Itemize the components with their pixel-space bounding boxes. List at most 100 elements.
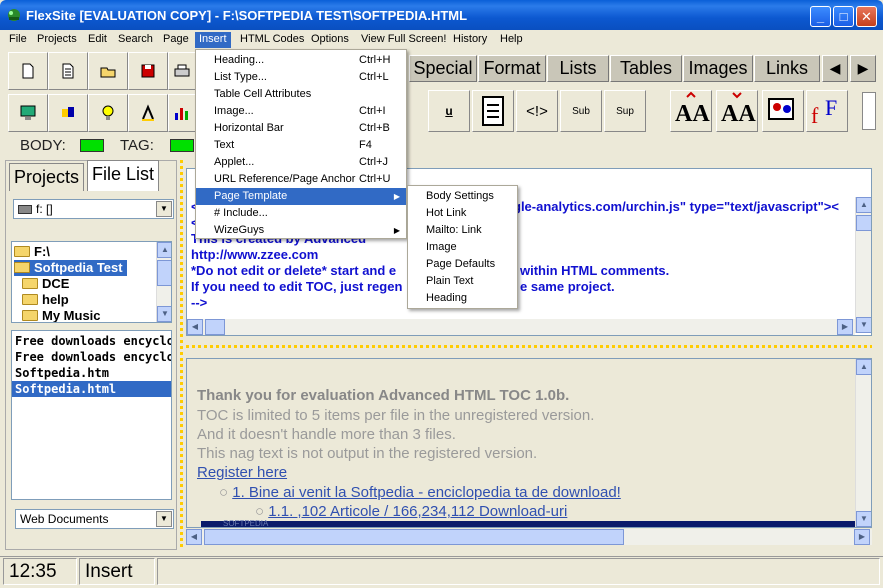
menu-item-image[interactable]: Image... Ctrl+I (196, 103, 406, 120)
menu-projects[interactable]: Projects (33, 32, 81, 48)
scroll-thumb[interactable] (205, 319, 225, 335)
color-button[interactable] (48, 94, 88, 132)
minimize-button[interactable]: _ (810, 6, 831, 27)
scroll-up-icon[interactable]: ▲ (856, 359, 871, 375)
font-smaller-button[interactable]: AA (716, 90, 758, 132)
scroll-up-icon[interactable]: ▲ (157, 242, 171, 258)
folder-tree[interactable]: F:\ Softpedia Test DCE help My Music ▲ ▼ (11, 241, 172, 323)
register-link[interactable]: Register here (197, 464, 287, 481)
submenu-item-mailto-link[interactable]: Mailto: Link (426, 222, 482, 239)
chart-button[interactable] (168, 94, 196, 132)
preview-vscrollbar[interactable]: ▲ ▼ (855, 359, 871, 527)
menu-item-wizeguys[interactable]: WizeGuys ▶ (196, 222, 406, 239)
submenu-item-body-settings[interactable]: Body Settings (426, 188, 494, 205)
app-icon[interactable] (6, 7, 22, 23)
tab-images[interactable]: Images (683, 55, 753, 82)
tab-format[interactable]: Format (478, 55, 546, 82)
submenu-item-plain-text[interactable]: Plain Text (426, 273, 474, 290)
new-doc-button[interactable] (48, 52, 88, 90)
tip-button[interactable] (88, 94, 128, 132)
scroll-right-icon[interactable]: ▶ (837, 319, 853, 335)
submenu-item-heading[interactable]: Heading (426, 290, 467, 307)
scroll-thumb[interactable] (856, 215, 871, 231)
comment-button[interactable]: <!> (516, 90, 558, 132)
tab-projects[interactable]: Projects (9, 163, 85, 191)
tree-item[interactable]: My Music (22, 308, 101, 322)
drive-select[interactable]: f: [] ▼ (13, 199, 174, 219)
scroll-down-icon[interactable]: ▼ (856, 511, 871, 527)
menu-item-heading[interactable]: Heading... Ctrl+H (196, 52, 406, 69)
tab-file-list[interactable]: File List (87, 160, 160, 191)
list-item[interactable]: Softpedia.html (12, 381, 171, 397)
tab-scroll-left[interactable]: ◀ (822, 55, 848, 82)
preview-hscrollbar[interactable]: ◀ ▶ (186, 529, 872, 545)
menu-item-list-type[interactable]: List Type... Ctrl+L (196, 69, 406, 86)
vertical-splitter[interactable] (180, 160, 183, 550)
chevron-down-icon[interactable]: ▼ (156, 511, 172, 527)
tab-lists[interactable]: Lists (547, 55, 609, 82)
scroll-thumb[interactable] (157, 260, 171, 286)
tab-scroll-right[interactable]: ▶ (850, 55, 876, 82)
menu-item-applet[interactable]: Applet... Ctrl+J (196, 154, 406, 171)
chevron-down-icon[interactable]: ▼ (156, 201, 172, 217)
tab-tables[interactable]: Tables (610, 55, 682, 82)
underline-button[interactable]: u (428, 90, 470, 132)
scroll-left-icon[interactable]: ◀ (186, 529, 202, 545)
font-face-button[interactable]: fF (806, 90, 848, 132)
toc-link[interactable]: 1. Bine ai venit la Softpedia - enciclop… (232, 484, 621, 501)
scroll-left-icon[interactable]: ◀ (187, 319, 203, 335)
font-larger-button[interactable]: AA (670, 90, 712, 132)
editor-hscrollbar[interactable]: ◀ ▶ (187, 319, 855, 335)
scroll-up-icon[interactable]: ▲ (856, 197, 871, 213)
horizontal-splitter[interactable] (186, 345, 872, 348)
menu-file[interactable]: File (5, 32, 31, 48)
menu-html-codes[interactable]: HTML Codes (236, 32, 308, 48)
open-button[interactable] (88, 52, 128, 90)
menu-search[interactable]: Search (114, 32, 157, 48)
submenu-item-image[interactable]: Image (426, 239, 457, 256)
new-file-button[interactable] (8, 52, 48, 90)
tree-item[interactable]: DCE (22, 276, 69, 292)
scroll-down-icon[interactable]: ▼ (856, 317, 871, 333)
filter-select[interactable]: Web Documents ▼ (15, 509, 174, 529)
toc-link[interactable]: 1.1. ,102 Articole / 166,234,112 Downloa… (268, 503, 567, 520)
scroll-right-icon[interactable]: ▶ (854, 529, 870, 545)
list-item[interactable]: Softpedia.htm (15, 365, 109, 381)
menu-edit[interactable]: Edit (84, 32, 111, 48)
menu-item-include[interactable]: # Include... (196, 205, 406, 222)
tree-item[interactable]: F:\ (14, 244, 50, 260)
superscript-button[interactable]: Sup (604, 90, 646, 132)
menu-item-url-reference[interactable]: URL Reference/Page Anchor Ctrl+U (196, 171, 406, 188)
list-item[interactable]: Free downloads encyclo (15, 349, 171, 365)
menu-page[interactable]: Page (159, 32, 193, 48)
list-item[interactable]: Free downloads encyclo (15, 333, 171, 349)
subscript-button[interactable]: Sub (560, 90, 602, 132)
tree-item[interactable]: Softpedia Test (14, 260, 127, 276)
menu-insert[interactable]: Insert (195, 32, 231, 48)
monitor-button[interactable] (8, 94, 48, 132)
scroll-thumb[interactable] (204, 529, 624, 545)
close-button[interactable]: ✕ (856, 6, 877, 27)
file-list[interactable]: Free downloads encyclo Free downloads en… (11, 330, 172, 500)
save-button[interactable] (128, 52, 168, 90)
paragraph-button[interactable] (472, 90, 514, 132)
menu-item-horizontal-bar[interactable]: Horizontal Bar Ctrl+B (196, 120, 406, 137)
tree-item[interactable]: help (22, 292, 69, 308)
menu-item-text[interactable]: Text F4 (196, 137, 406, 154)
tree-scrollbar[interactable]: ▲ ▼ (156, 242, 171, 322)
submenu-item-hot-link[interactable]: Hot Link (426, 205, 466, 222)
editor-vscrollbar[interactable]: ▲ ▼ (855, 197, 871, 333)
menu-options[interactable]: Options (307, 32, 353, 48)
tab-special[interactable]: Special (409, 55, 477, 82)
menu-history[interactable]: History (449, 32, 491, 48)
menu-item-page-template[interactable]: Page Template ▶ (196, 188, 406, 205)
menu-view-full-screen[interactable]: View Full Screen! (357, 32, 450, 48)
submenu-item-page-defaults[interactable]: Page Defaults (426, 256, 495, 273)
menu-item-table-cell[interactable]: Table Cell Attributes (196, 86, 406, 103)
maximize-button[interactable]: □ (833, 6, 854, 27)
palette-button[interactable] (762, 90, 804, 132)
scroll-down-icon[interactable]: ▼ (157, 306, 171, 322)
toolbar-overflow[interactable] (862, 92, 876, 130)
print-button[interactable] (168, 52, 196, 90)
menu-help[interactable]: Help (496, 32, 527, 48)
